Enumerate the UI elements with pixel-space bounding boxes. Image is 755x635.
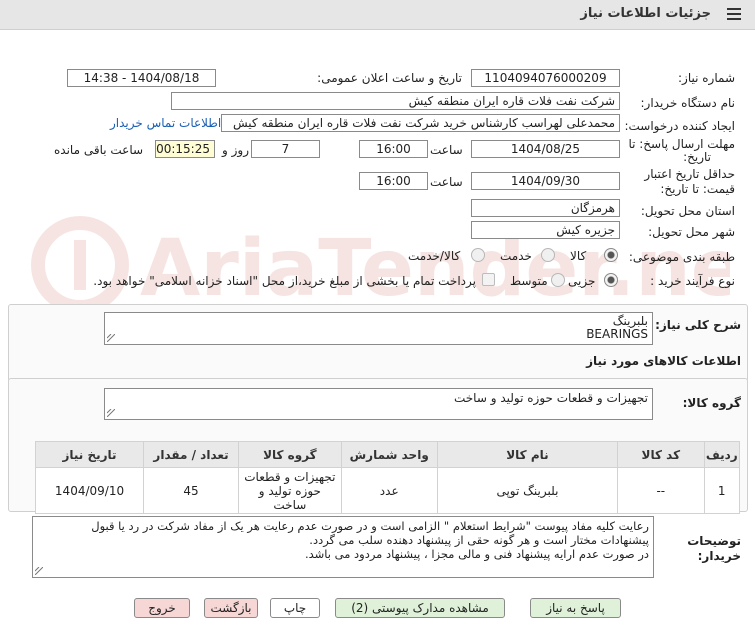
buyer-org-field: شرکت نفت فلات قاره ایران منطقه کیش (171, 92, 620, 110)
validity-date-field: 1404/09/30 (471, 172, 620, 190)
deadline-label: مهلت ارسال پاسخ: تا (628, 137, 735, 151)
category-radio-goods[interactable] (604, 248, 618, 262)
category-option-goods-service: کالا/خدمت (408, 249, 461, 263)
deadline-time-field: 16:00 (359, 140, 428, 158)
buyer-notes-line-3: در صورت عدم ارایه پیشنهاد فنی و مالی مجز… (304, 547, 649, 561)
category-option-service: خدمت (500, 249, 532, 263)
resize-grip-icon[interactable] (35, 567, 43, 575)
validity-time-label: ساعت (430, 175, 463, 189)
validity-label-2: قیمت: تا تاریخ: (660, 182, 735, 196)
announce-date-field: 1404/08/18 - 14:38 (67, 69, 216, 87)
print-button[interactable]: چاپ (270, 598, 320, 618)
view-attachments-button[interactable]: مشاهده مدارک پیوستی (2) (335, 598, 505, 618)
need-description-label: شرح کلی نیاز: (655, 318, 741, 332)
menu-icon[interactable] (727, 8, 741, 20)
col-group: گروه کالا (238, 441, 342, 468)
goods-table: ردیف کد کالا نام کالا واحد شمارش گروه کا… (34, 441, 740, 514)
table-row[interactable]: 1 -- بلبرینگ توپی عدد تجهیزات و قطعات حو… (34, 467, 740, 514)
buyer-org-label: نام دستگاه خریدار: (640, 96, 736, 110)
contact-buyer-link[interactable]: اطلاعات تماس خریدار (110, 116, 221, 130)
page-title: جزئیات اطلاعات نیاز (580, 6, 711, 21)
goods-group-value: تجهیزات و قطعات حوزه تولید و ساخت (453, 391, 648, 405)
cell-date: 1404/09/10 (34, 467, 145, 514)
respond-button[interactable]: پاسخ به نیاز (530, 598, 621, 618)
treasury-payment-note: پرداخت تمام یا بخشی از مبلغ خرید،از محل … (93, 274, 476, 288)
col-date: تاریخ نیاز (34, 441, 145, 468)
goods-table-header: ردیف کد کالا نام کالا واحد شمارش گروه کا… (34, 441, 740, 468)
buyer-notes-line-2: پیشنهادات مختار است و هر گونه حقی از پیش… (309, 533, 649, 547)
need-description-textarea[interactable]: بلبرینگ BEARINGS (104, 312, 653, 345)
province-label: استان محل تحویل: (640, 204, 735, 218)
city-label: شهر محل تحویل: (648, 225, 735, 239)
need-number-label: شماره نیاز: (678, 71, 735, 85)
process-option-minor: جزیی (568, 274, 596, 288)
category-option-goods: کالا (570, 249, 587, 263)
need-number-field: 1104094076000209 (471, 69, 620, 87)
validity-label: حداقل تاریخ اعتبار (644, 167, 735, 181)
days-label: روز و (222, 143, 249, 157)
cell-row: 1 (703, 467, 740, 514)
col-unit: واحد شمارش (340, 441, 438, 468)
goods-group-label: گروه کالا: (682, 396, 741, 410)
days-remaining-field: 7 (251, 140, 320, 158)
treasury-payment-checkbox[interactable] (482, 273, 495, 286)
cell-unit: عدد (340, 467, 438, 514)
cell-group: تجهیزات و قطعات حوزه تولید و ساخت (238, 467, 342, 514)
col-code: کد کالا (617, 441, 705, 468)
buyer-notes-label: توضیحات (687, 534, 741, 548)
province-field: هرمزگان (471, 199, 620, 217)
cell-code: -- (617, 467, 705, 514)
goods-section-title: اطلاعات کالاهای مورد نیاز (586, 354, 741, 368)
need-description-line-1: بلبرینگ (612, 314, 648, 328)
category-radio-goods-service[interactable] (471, 248, 485, 262)
watermark-text: AriaTender.neT (140, 224, 730, 314)
process-option-medium: متوسط (510, 274, 548, 288)
deadline-date-field: 1404/08/25 (471, 140, 620, 158)
deadline-time-label: ساعت (430, 143, 463, 157)
city-field: جزیره کیش (471, 221, 620, 239)
exit-button[interactable]: خروج (134, 598, 190, 618)
process-radio-medium[interactable] (551, 273, 565, 287)
goods-group-textarea[interactable]: تجهیزات و قطعات حوزه تولید و ساخت (104, 388, 653, 420)
remaining-time-label: ساعت باقی مانده (54, 143, 144, 157)
need-description-line-2: BEARINGS (586, 327, 648, 341)
cell-qty: 45 (143, 467, 240, 514)
buyer-notes-label-2: خریدار: (697, 549, 741, 563)
creator-field: محمدعلی لهراسب کارشناس خرید شرکت نفت فلا… (221, 114, 620, 132)
buyer-notes-line-1: رعایت کلیه مفاد پیوست "شرایط استعلام " ا… (91, 519, 649, 533)
back-button[interactable]: بازگشت (204, 598, 258, 618)
col-qty: تعداد / مقدار (143, 441, 240, 468)
deadline-label-2: تاریخ: (683, 150, 711, 164)
col-name: نام کالا (436, 441, 619, 468)
announce-date-label: تاریخ و ساعت اعلان عمومی: (317, 71, 462, 85)
category-radio-service[interactable] (541, 248, 555, 262)
category-label: طبقه بندی موضوعی: (628, 250, 735, 264)
resize-grip-icon[interactable] (107, 334, 115, 342)
validity-time-field: 16:00 (359, 172, 428, 190)
creator-label: ایجاد کننده درخواست: (624, 119, 735, 133)
resize-grip-icon[interactable] (107, 409, 115, 417)
watermark-emblem-icon (31, 216, 129, 314)
process-label: نوع فرآیند خرید : (650, 274, 735, 288)
process-radio-minor[interactable] (604, 273, 618, 287)
remaining-time-field: 00:15:25 (155, 140, 215, 158)
cell-name: بلبرینگ توپی (436, 467, 619, 514)
col-row: ردیف (703, 441, 740, 468)
buyer-notes-textarea[interactable]: رعایت کلیه مفاد پیوست "شرایط استعلام " ا… (32, 516, 654, 578)
